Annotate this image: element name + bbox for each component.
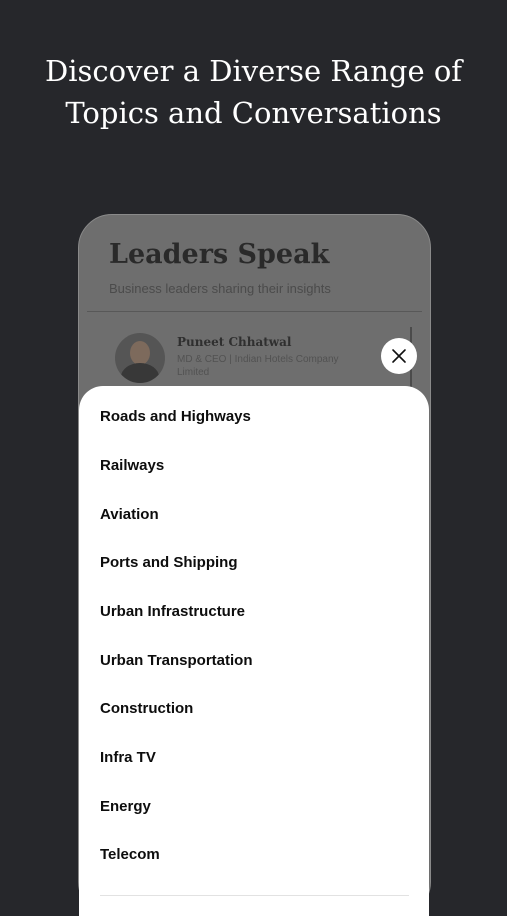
topic-ports-and-shipping[interactable]: Ports and Shipping (100, 554, 238, 571)
topic-construction[interactable]: Construction (100, 700, 193, 717)
topic-aviation[interactable]: Aviation (100, 506, 159, 523)
close-icon (392, 349, 406, 363)
leader-role: MD & CEO | Indian Hotels Company Limited (177, 354, 339, 378)
avatar (115, 333, 165, 383)
avatar-body (121, 363, 159, 383)
sheet-divider (100, 895, 409, 896)
screen-subtitle: Business leaders sharing their insights (109, 281, 331, 296)
headline-line-1: Discover a Diverse Range of (44, 54, 463, 88)
topics-sheet: Roads and Highways Railways Aviation Por… (79, 386, 429, 916)
topic-urban-infrastructure[interactable]: Urban Infrastructure (100, 603, 245, 620)
topic-roads-and-highways[interactable]: Roads and Highways (100, 408, 251, 425)
leader-name: Puneet Chhatwal (177, 335, 292, 349)
headline-line-2: Topics and Conversations (65, 96, 442, 130)
topic-railways[interactable]: Railways (100, 457, 164, 474)
leader-card[interactable]: Puneet Chhatwal MD & CEO | Indian Hotels… (115, 333, 405, 393)
topic-infra-tv[interactable]: Infra TV (100, 749, 156, 766)
topic-urban-transportation[interactable]: Urban Transportation (100, 652, 253, 669)
screen-divider (87, 311, 422, 312)
screen-title: Leaders Speak (109, 239, 330, 270)
close-button[interactable] (381, 338, 417, 374)
topic-energy[interactable]: Energy (100, 798, 151, 815)
avatar-face (130, 341, 150, 365)
headline: Discover a Diverse Range of Topics and C… (0, 50, 507, 134)
topic-telecom[interactable]: Telecom (100, 846, 160, 863)
